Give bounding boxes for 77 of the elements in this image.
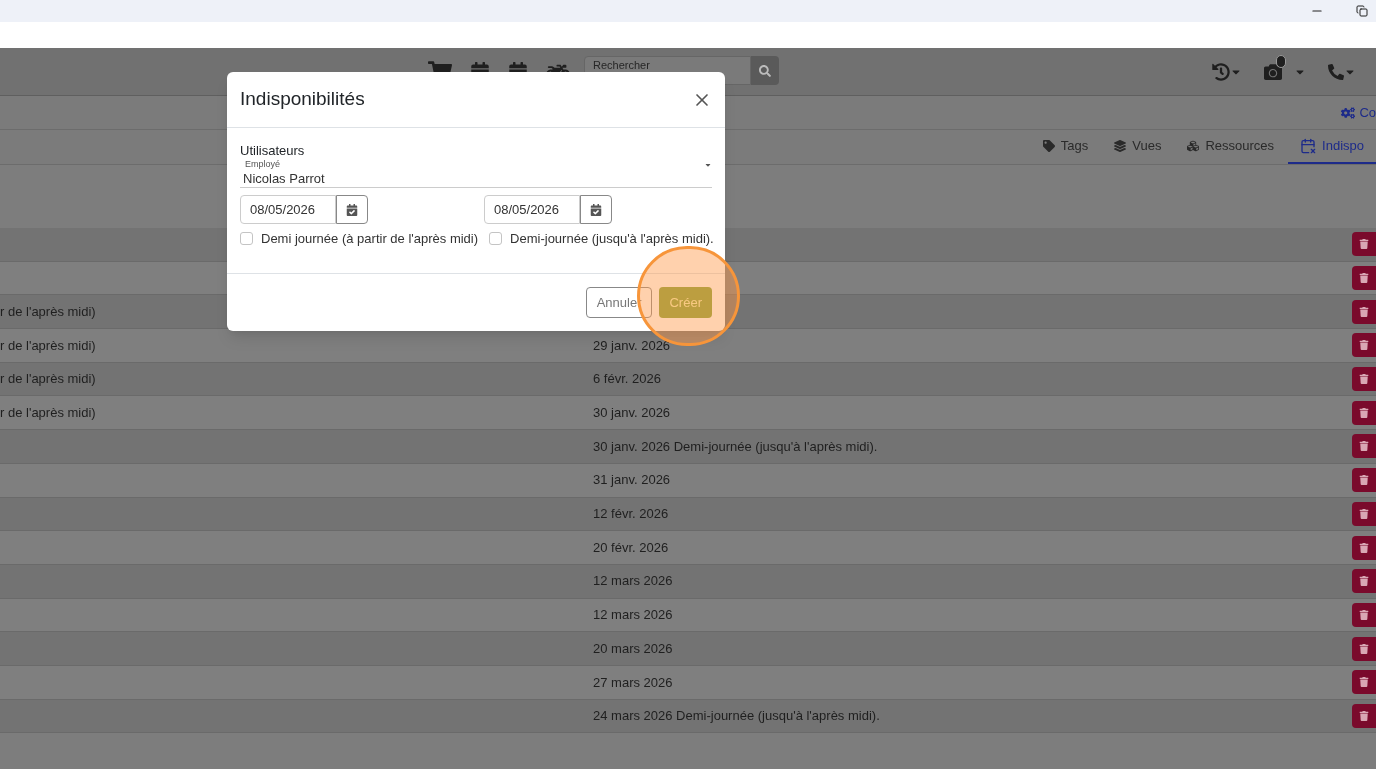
trash-icon: [1359, 374, 1369, 385]
delete-button[interactable]: [1352, 266, 1376, 291]
delete-button[interactable]: [1352, 367, 1376, 392]
trash-icon: [1359, 576, 1369, 587]
table-cell: r de l'après midi): [0, 337, 96, 353]
trash-icon: [1359, 306, 1369, 317]
delete-button[interactable]: [1352, 535, 1376, 560]
table-cell: r de l'après midi): [0, 371, 96, 387]
table-cell: 30 janv. 2026 Demi-journée (jusqu'à l'après midi).: [593, 438, 878, 454]
table-cell: 31 janv. 2026: [593, 472, 671, 488]
trash-icon: [1359, 340, 1369, 351]
calendar-icon: [346, 203, 358, 216]
trash-icon: [1359, 441, 1369, 452]
tab[interactable]: Indispo: [1288, 130, 1376, 164]
trash-icon: [1359, 609, 1369, 620]
table-cell: r de l'après midi): [0, 303, 96, 319]
checkbox-label: Demi-journée (jusqu'à l'après midi).: [510, 230, 714, 248]
field-label: Utilisateurs: [240, 143, 306, 159]
search-button[interactable]: [751, 56, 779, 85]
tab[interactable]: Ressources: [1175, 130, 1287, 164]
layers-icon: [1114, 140, 1127, 152]
delete-button[interactable]: [1352, 569, 1376, 594]
calendar-button[interactable]: [336, 195, 368, 224]
date-field[interactable]: 08/05/2026: [484, 195, 580, 224]
calendar-icon: [590, 203, 602, 216]
tab[interactable]: Tags: [1030, 130, 1101, 164]
trash-icon: [1359, 407, 1369, 418]
trash-icon: [1359, 677, 1369, 688]
search-icon: [759, 64, 771, 77]
table-cell: r de l'après midi): [0, 405, 96, 421]
checkbox-label: Demi journée (à partir de l'après midi): [261, 230, 479, 248]
table-cell: 24 mars 2026 Demi-journée (jusqu'à l'après midi).: [593, 708, 880, 724]
trash-icon: [1359, 273, 1369, 284]
caret-icon: [704, 161, 712, 169]
trash-icon: [1359, 643, 1369, 654]
table-cell: 30 janv. 2026: [593, 405, 671, 421]
history-icon[interactable]: [1212, 62, 1230, 81]
delete-button[interactable]: [1352, 670, 1376, 695]
delete-button[interactable]: [1352, 434, 1376, 459]
table-cell: 12 mars 2026: [593, 573, 673, 589]
delete-button[interactable]: [1352, 299, 1376, 324]
table-cell: 29 janv. 2026: [593, 337, 671, 353]
delete-button[interactable]: [1352, 333, 1376, 358]
delete-button[interactable]: [1352, 703, 1376, 728]
restore-icon[interactable]: [1356, 5, 1368, 17]
dialog-title: Indisponibilités: [240, 87, 365, 112]
delete-button[interactable]: [1352, 602, 1376, 627]
calendar-button[interactable]: [580, 195, 612, 224]
trash-icon: [1359, 542, 1369, 553]
cubes-icon: [1187, 140, 1200, 152]
trash-icon: [1359, 475, 1369, 486]
checkbox[interactable]: [240, 232, 253, 246]
tab[interactable]: Vues: [1102, 130, 1174, 164]
table-cell: 12 mars 2026: [593, 607, 673, 623]
trash-icon: [1359, 710, 1369, 721]
tab[interactable]: Co: [1329, 96, 1376, 129]
table-cell: 27 mars 2026: [593, 674, 673, 690]
phone-icon[interactable]: [1328, 63, 1344, 80]
delete-button[interactable]: [1352, 501, 1376, 526]
camera-icon[interactable]: [1264, 62, 1282, 81]
delete-button[interactable]: [1352, 232, 1376, 257]
table-cell: 20 mars 2026: [593, 640, 673, 656]
table-cell: 6 févr. 2026: [593, 371, 661, 387]
trash-icon: [1359, 508, 1369, 519]
crossed-calendar-icon: [1300, 138, 1317, 154]
gears-icon: [1341, 105, 1356, 120]
trash-icon: [1359, 239, 1369, 250]
delete-button[interactable]: [1352, 400, 1376, 425]
checkbox[interactable]: [489, 232, 503, 246]
table-cell: 20 févr. 2026: [593, 539, 669, 555]
date-field[interactable]: 08/05/2026: [240, 195, 336, 224]
delete-button[interactable]: [1352, 468, 1376, 493]
notification-badge: [1276, 54, 1286, 68]
delete-button[interactable]: [1352, 636, 1376, 661]
employee-select[interactable]: Employé Nicolas Parrot: [240, 159, 712, 188]
table-cell: 12 févr. 2026: [593, 506, 669, 522]
tag-icon: [1042, 140, 1055, 152]
